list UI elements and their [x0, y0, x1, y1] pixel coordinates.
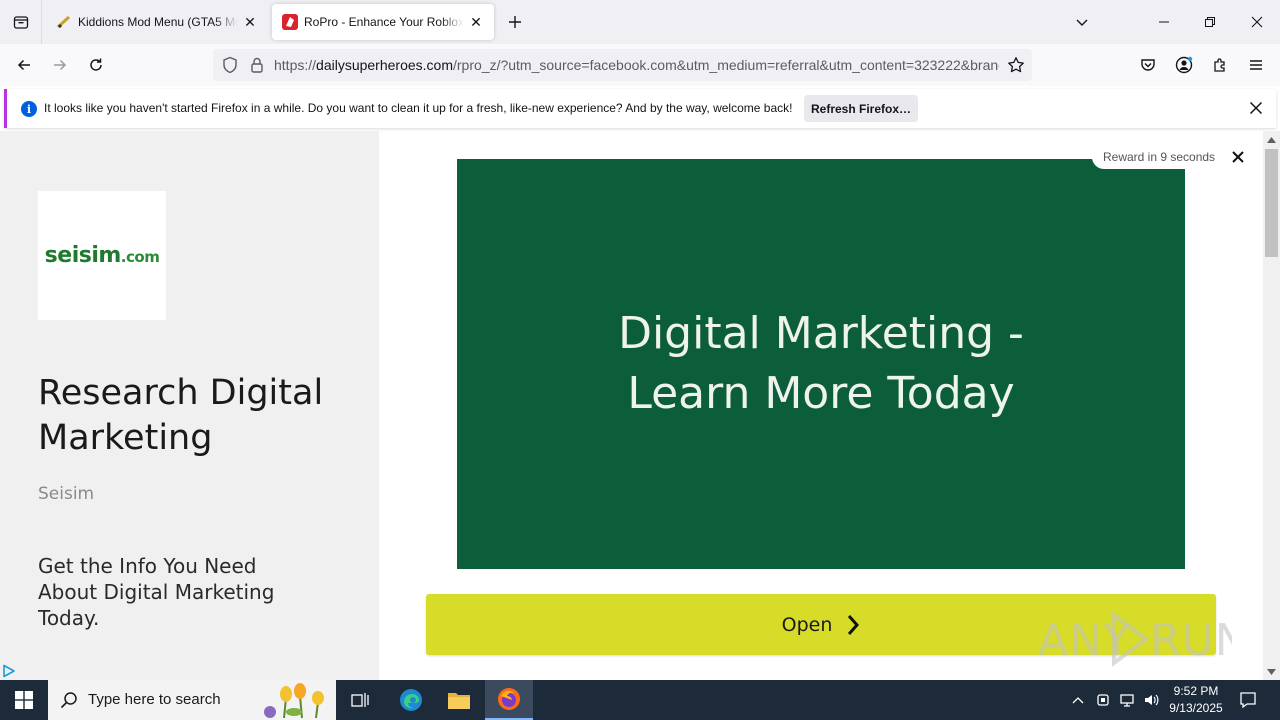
- puzzle-icon: [1214, 58, 1225, 72]
- svg-text:RUN: RUN: [1150, 615, 1232, 666]
- close-window-button[interactable]: [1234, 0, 1280, 44]
- device-tray-button[interactable]: [1092, 680, 1114, 720]
- search-placeholder: Type here to search: [88, 691, 221, 708]
- url-path: /rpro_z/?utm_source=facebook.com&utm_med…: [453, 57, 999, 73]
- task-view-icon: [351, 693, 369, 707]
- chevron-down-icon: [1076, 19, 1088, 26]
- tab-kiddions[interactable]: Kiddions Mod Menu (GTA5 Mod Menu) - Down…: [46, 0, 268, 44]
- arrow-left-icon: [17, 59, 30, 71]
- restore-icon: [1205, 17, 1215, 27]
- anyrun-watermark: ANY RUN: [1038, 609, 1232, 669]
- ad-banner-image[interactable]: Digital Marketing - Learn More Today: [457, 159, 1185, 569]
- scroll-up-icon[interactable]: [1267, 135, 1276, 144]
- tracking-protection-icon[interactable]: [221, 56, 239, 77]
- restore-button[interactable]: [1187, 0, 1233, 44]
- firefox-view-icon: [13, 16, 28, 29]
- url-bar[interactable]: https://dailysuperheroes.com/rpro_z/?utm…: [213, 49, 1032, 81]
- windows-taskbar: Type here to search 9:52 PM 9/13/2025: [0, 680, 1280, 720]
- taskbar-clock[interactable]: 9:52 PM 9/13/2025: [1162, 683, 1230, 717]
- app-menu-button[interactable]: [1240, 49, 1272, 81]
- logo-text: seisim.com: [44, 243, 160, 268]
- tab-close-icon[interactable]: ✕: [468, 14, 484, 30]
- tab-close-icon[interactable]: ✕: [242, 14, 258, 30]
- usb-device-icon: [1097, 694, 1109, 706]
- ad-close-icon[interactable]: [1228, 147, 1248, 167]
- chevron-up-icon: [1072, 697, 1084, 704]
- close-icon: [1251, 16, 1263, 28]
- anyrun-logo-icon: ANY RUN: [1038, 611, 1232, 667]
- account-icon: [1175, 56, 1193, 74]
- show-hidden-icons-button[interactable]: [1068, 680, 1088, 720]
- minimize-button[interactable]: [1141, 0, 1187, 44]
- account-button[interactable]: [1168, 49, 1200, 81]
- folder-icon: [448, 693, 470, 709]
- start-button[interactable]: [0, 680, 48, 720]
- kiddions-favicon-icon: [56, 14, 72, 30]
- refresh-firefox-button[interactable]: Refresh Firefox…: [804, 95, 918, 122]
- ad-headline[interactable]: Research Digital Marketing: [38, 371, 358, 461]
- pocket-icon: [1141, 59, 1155, 71]
- url-prefix: https://: [274, 57, 317, 73]
- scroll-thumb[interactable]: [1265, 149, 1278, 257]
- search-icon: [60, 692, 77, 709]
- forward-button[interactable]: [44, 49, 76, 81]
- ad-brand-name: Seisim: [38, 484, 95, 504]
- reload-button[interactable]: [80, 49, 112, 81]
- list-all-tabs-button[interactable]: [1070, 10, 1094, 34]
- network-tray-button[interactable]: [1116, 680, 1138, 720]
- notification-close-icon[interactable]: [1246, 98, 1266, 118]
- tab-ropro[interactable]: RoPro - Enhance Your Roblox Experience ✕: [272, 4, 494, 40]
- reload-icon: [90, 58, 102, 71]
- notification-message: It looks like you haven't started Firefo…: [44, 101, 793, 115]
- ropro-favicon-icon: [282, 14, 298, 30]
- volume-tray-button[interactable]: [1140, 680, 1162, 720]
- url-host: dailysuperheroes.com: [316, 57, 453, 73]
- navigation-toolbar: https://dailysuperheroes.com/rpro_z/?utm…: [0, 44, 1280, 86]
- lock-icon[interactable]: [248, 56, 266, 77]
- chevron-right-icon: [848, 614, 860, 635]
- plus-icon: [509, 16, 521, 28]
- extensions-button[interactable]: [1204, 49, 1236, 81]
- advertiser-logo[interactable]: seisim.com: [38, 191, 166, 320]
- notification-icon: [1240, 692, 1256, 709]
- minimize-icon: [1159, 21, 1169, 23]
- pocket-button[interactable]: [1132, 49, 1164, 81]
- scroll-down-icon[interactable]: [1267, 667, 1276, 676]
- back-button[interactable]: [8, 49, 40, 81]
- open-button-label: Open: [781, 613, 833, 636]
- ad-description: Get the Info You Need About Digital Mark…: [38, 554, 275, 630]
- firefox-taskbar-button[interactable]: [485, 680, 533, 720]
- clock-date: 9/13/2025: [1169, 701, 1223, 715]
- ad-info-panel: seisim.com Research Digital Marketing Se…: [0, 131, 379, 680]
- windows-logo-icon: [15, 691, 33, 709]
- file-explorer-taskbar-button[interactable]: [435, 680, 483, 720]
- url-text[interactable]: https://dailysuperheroes.com/rpro_z/?utm…: [274, 49, 999, 81]
- tab-title: RoPro - Enhance Your Roblox Experience: [304, 15, 464, 29]
- tab-strip: Kiddions Mod Menu (GTA5 Mod Menu) - Down…: [0, 0, 1280, 44]
- arrow-right-icon: [54, 59, 67, 71]
- edge-icon: [400, 689, 422, 711]
- speaker-icon: [1145, 694, 1159, 706]
- action-center-button[interactable]: [1236, 680, 1260, 720]
- ad-banner-text: Digital Marketing - Learn More Today: [618, 308, 1024, 419]
- info-icon: i: [21, 101, 37, 117]
- bookmark-star-icon[interactable]: [1006, 55, 1026, 75]
- tab-title: Kiddions Mod Menu (GTA5 Mod Menu) - Down…: [78, 15, 238, 29]
- refresh-firefox-notification: i It looks like you haven't started Fire…: [4, 89, 1276, 128]
- clock-time: 9:52 PM: [1173, 684, 1219, 698]
- new-tab-button[interactable]: [503, 10, 527, 34]
- adchoices-icon[interactable]: [2, 664, 16, 678]
- network-icon: [1120, 694, 1134, 707]
- page-content: seisim.com Research Digital Marketing Se…: [0, 131, 1280, 680]
- firefox-view-button[interactable]: [0, 0, 42, 44]
- hamburger-icon: [1250, 60, 1262, 70]
- page-scrollbar[interactable]: [1263, 131, 1280, 680]
- task-view-button[interactable]: [336, 680, 384, 720]
- edge-taskbar-button[interactable]: [387, 680, 435, 720]
- search-highlight-flowers-icon: [264, 683, 324, 718]
- firefox-icon: [498, 688, 520, 710]
- taskbar-search-box[interactable]: Type here to search: [48, 680, 336, 720]
